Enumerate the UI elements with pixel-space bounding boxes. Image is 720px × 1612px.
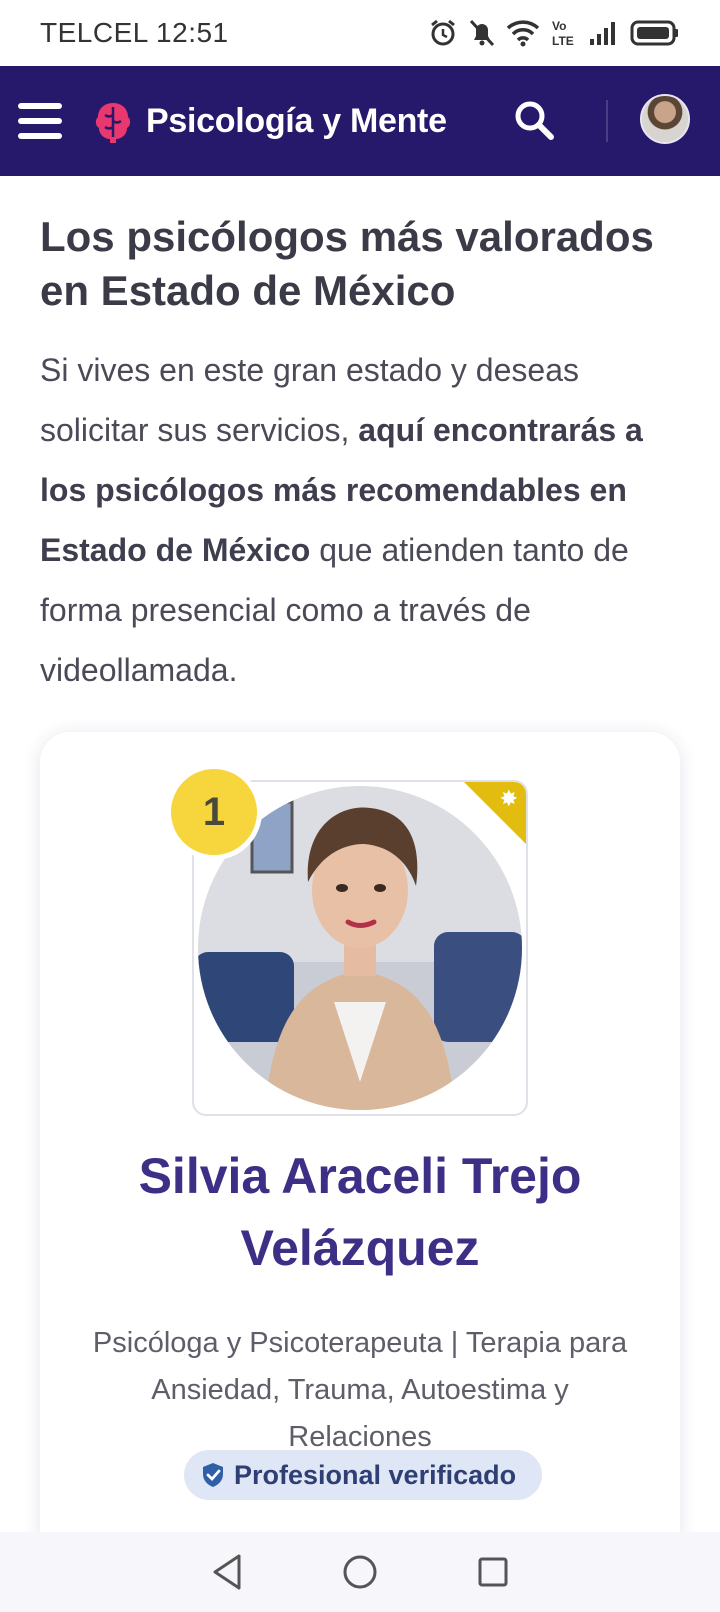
main-content: Los psicólogos más valorados en Estado d… <box>40 176 680 700</box>
search-icon[interactable] <box>510 96 558 144</box>
home-button[interactable] <box>338 1550 382 1594</box>
status-bar: TELCEL 12:51 Vo LTE <box>0 0 720 66</box>
back-icon <box>213 1554 241 1590</box>
verified-badge: Profesional verificado <box>184 1450 543 1500</box>
verified-label: Profesional verificado <box>234 1459 517 1490</box>
psychologist-description: Psicóloga y Psicoterapeuta | Terapia par… <box>92 1327 628 1453</box>
star-icon: ✸ <box>499 786 518 811</box>
mute-bell-icon <box>469 19 495 47</box>
brain-logo-icon <box>95 103 131 143</box>
battery-icon <box>630 20 678 46</box>
menu-button[interactable] <box>18 103 62 139</box>
svg-text:LTE: LTE <box>552 34 574 48</box>
app-header: Psicología y Mente <box>0 66 720 176</box>
psychologist-name[interactable]: Silvia Araceli Trejo Velázquez <box>40 1140 680 1284</box>
user-avatar[interactable] <box>640 94 690 144</box>
system-nav-bar <box>0 1532 720 1612</box>
hamburger-icon <box>18 103 62 109</box>
carrier-time: TELCEL 12:51 <box>40 17 229 48</box>
brand-logo[interactable]: Psicología y Mente <box>94 99 447 143</box>
alarm-icon <box>431 19 455 46</box>
signal-icon <box>590 22 615 45</box>
brand-name: Psicología y Mente <box>146 101 447 140</box>
home-icon <box>343 1555 377 1589</box>
header-divider <box>606 100 608 142</box>
psychologist-card[interactable]: 1 ✸ Silvia Araceli Trejo Velázquez Psicó… <box>40 732 680 1612</box>
back-button[interactable] <box>205 1550 249 1594</box>
rank-badge: 1 <box>166 764 262 860</box>
recents-icon <box>478 1557 508 1587</box>
wifi-icon <box>506 20 540 47</box>
volte-icon: Vo LTE <box>552 19 574 48</box>
recents-button[interactable] <box>471 1550 515 1594</box>
intro-paragraph: Si vives en este gran estado y deseas so… <box>40 340 680 700</box>
svg-text:Vo: Vo <box>552 19 566 33</box>
verified-shield-icon <box>203 1463 223 1487</box>
page-title: Los psicólogos más valorados en Estado d… <box>40 213 654 314</box>
status-icons: Vo LTE <box>428 18 680 48</box>
